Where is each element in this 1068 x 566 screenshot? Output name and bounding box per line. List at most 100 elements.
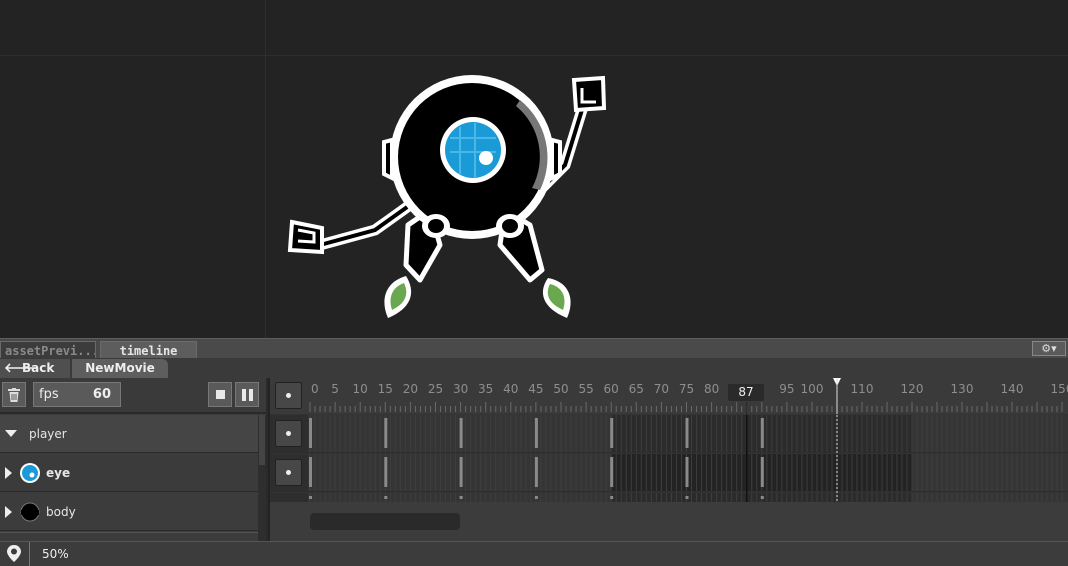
playhead-frame-label: 87 bbox=[728, 384, 764, 401]
robot-side-bolt-left bbox=[382, 137, 394, 182]
expand-triangle-icon[interactable] bbox=[5, 467, 12, 479]
robot-left-hand bbox=[287, 219, 324, 255]
keyframe-marker[interactable] bbox=[384, 418, 388, 448]
keyframe-marker[interactable] bbox=[685, 418, 689, 448]
ruler-label: 15 bbox=[378, 382, 393, 396]
ruler-label: 45 bbox=[528, 382, 543, 396]
frame-empty bbox=[912, 415, 1068, 452]
layer-scroll-thumb[interactable] bbox=[259, 415, 265, 465]
pause-button[interactable] bbox=[235, 382, 259, 407]
keyframe-marker[interactable] bbox=[384, 496, 388, 499]
frame-grid[interactable] bbox=[308, 415, 1068, 502]
expand-triangle-icon[interactable] bbox=[5, 506, 12, 518]
layer-row-body[interactable]: body bbox=[0, 493, 258, 531]
keyframe-marker[interactable] bbox=[760, 418, 764, 448]
location-pin-button[interactable] bbox=[0, 542, 30, 566]
layer-row-eye[interactable]: eye bbox=[0, 454, 258, 492]
keyframe-marker[interactable] bbox=[534, 496, 538, 499]
ruler-label: 20 bbox=[403, 382, 418, 396]
ruler-label: 150 bbox=[1051, 382, 1068, 396]
stage-canvas[interactable] bbox=[0, 0, 1068, 338]
timeline-footer bbox=[270, 502, 1068, 541]
trash-icon bbox=[8, 388, 20, 402]
keyframe-marker[interactable] bbox=[534, 418, 538, 448]
ruler-label: 25 bbox=[428, 382, 443, 396]
robot-character[interactable] bbox=[280, 70, 620, 330]
back-button[interactable]: 🡐Back bbox=[0, 359, 70, 378]
ruler-label: 55 bbox=[578, 382, 593, 396]
layer-row-player[interactable]: player bbox=[0, 415, 258, 453]
keyframe-dot-button[interactable] bbox=[275, 459, 302, 486]
frame-empty bbox=[912, 454, 1068, 491]
collapse-triangle-icon[interactable] bbox=[5, 430, 17, 437]
timeline-header: 0 5 10 15 20 25 30 35 40 45 50 55 60 65 70 75 80 95 100 110… bbox=[270, 378, 1068, 414]
keyframe-marker[interactable] bbox=[309, 496, 312, 499]
ruler-label: 100 bbox=[801, 382, 824, 396]
keyframe-marker[interactable] bbox=[610, 457, 614, 487]
keyframe-marker[interactable] bbox=[685, 457, 689, 487]
location-pin-icon bbox=[7, 545, 21, 562]
eye-thumbnail-icon bbox=[20, 463, 40, 483]
breadcrumb-current[interactable]: NewMovie bbox=[72, 359, 168, 378]
fps-value[interactable]: 60 bbox=[93, 383, 111, 406]
ruler-label: 40 bbox=[503, 382, 518, 396]
tab-timeline[interactable]: timeline bbox=[100, 341, 197, 359]
keyframe-marker[interactable] bbox=[685, 496, 689, 499]
timeline-scrollbar[interactable] bbox=[310, 513, 460, 530]
delete-layer-button[interactable] bbox=[2, 382, 26, 407]
frame-empty bbox=[912, 493, 1068, 502]
ruler-label: 80 bbox=[704, 382, 719, 396]
robot-left-arm bbox=[314, 199, 416, 251]
zoom-level: 50% bbox=[42, 547, 69, 561]
ruler-label: 35 bbox=[478, 382, 493, 396]
keyframe-marker[interactable] bbox=[760, 496, 764, 499]
layer-scrollbar[interactable] bbox=[258, 415, 266, 541]
keyframe-marker[interactable] bbox=[309, 418, 312, 448]
status-bar: 50% bbox=[0, 541, 1068, 566]
keyframe-marker[interactable] bbox=[309, 457, 312, 487]
keyframe-marker[interactable] bbox=[459, 418, 463, 448]
panel-tab-bar: assetPrevi... timeline ⚙▾ bbox=[0, 338, 1068, 359]
fps-field[interactable]: fps 60 bbox=[33, 382, 121, 407]
ruler-label: 75 bbox=[679, 382, 694, 396]
ruler-label: 70 bbox=[654, 382, 669, 396]
ruler-label: 130 bbox=[951, 382, 974, 396]
ruler-label: 5 bbox=[331, 382, 339, 396]
stop-button[interactable] bbox=[208, 382, 232, 407]
layer-toolbar: fps 60 bbox=[0, 378, 266, 414]
layer-name: player bbox=[29, 427, 67, 441]
ruler-label: 30 bbox=[453, 382, 468, 396]
tab-asset-preview[interactable]: assetPrevi... bbox=[0, 341, 96, 359]
robot-side-bolt-right bbox=[550, 137, 562, 182]
ruler-label: 140 bbox=[1001, 382, 1024, 396]
ruler-label: 120 bbox=[901, 382, 924, 396]
keyframe-dot-button[interactable] bbox=[275, 382, 302, 409]
ruler-label: 0 bbox=[311, 382, 319, 396]
fps-label: fps bbox=[39, 387, 59, 402]
keyframe-marker[interactable] bbox=[760, 457, 764, 487]
breadcrumb: 🡐Back NewMovie bbox=[0, 358, 1068, 378]
back-label: Back bbox=[22, 361, 55, 375]
keyframe-marker[interactable] bbox=[459, 457, 463, 487]
ruler-label: 10 bbox=[353, 382, 368, 396]
stage-guide-vertical bbox=[265, 0, 266, 338]
frame-ruler[interactable]: 0 5 10 15 20 25 30 35 40 45 50 55 60 65 70 75 80 95 100 110… bbox=[308, 378, 1068, 414]
timeline-panel: 0 5 10 15 20 25 30 35 40 45 50 55 60 65 70 75 80 95 100 110… bbox=[270, 378, 1068, 541]
keyframe-dot-button[interactable] bbox=[275, 420, 302, 447]
panel-settings-button[interactable]: ⚙▾ bbox=[1032, 341, 1066, 356]
layer-name: body bbox=[46, 505, 76, 519]
body-thumbnail-icon bbox=[20, 502, 40, 522]
layer-name: eye bbox=[46, 466, 71, 480]
keyframe-marker[interactable] bbox=[610, 418, 614, 448]
stage-guide-horizontal bbox=[0, 55, 1068, 56]
arrow-left-icon: 🡐 bbox=[4, 361, 39, 376]
layer-panel: fps 60 player eye body bbox=[0, 378, 268, 541]
ruler-label: 65 bbox=[629, 382, 644, 396]
keyframe-marker[interactable] bbox=[384, 457, 388, 487]
robot-right-hand bbox=[571, 75, 607, 113]
keyframe-marker[interactable] bbox=[610, 496, 614, 499]
keyframe-marker[interactable] bbox=[534, 457, 538, 487]
ruler-label: 95 bbox=[779, 382, 794, 396]
ruler-label: 50 bbox=[553, 382, 568, 396]
keyframe-marker[interactable] bbox=[459, 496, 463, 499]
